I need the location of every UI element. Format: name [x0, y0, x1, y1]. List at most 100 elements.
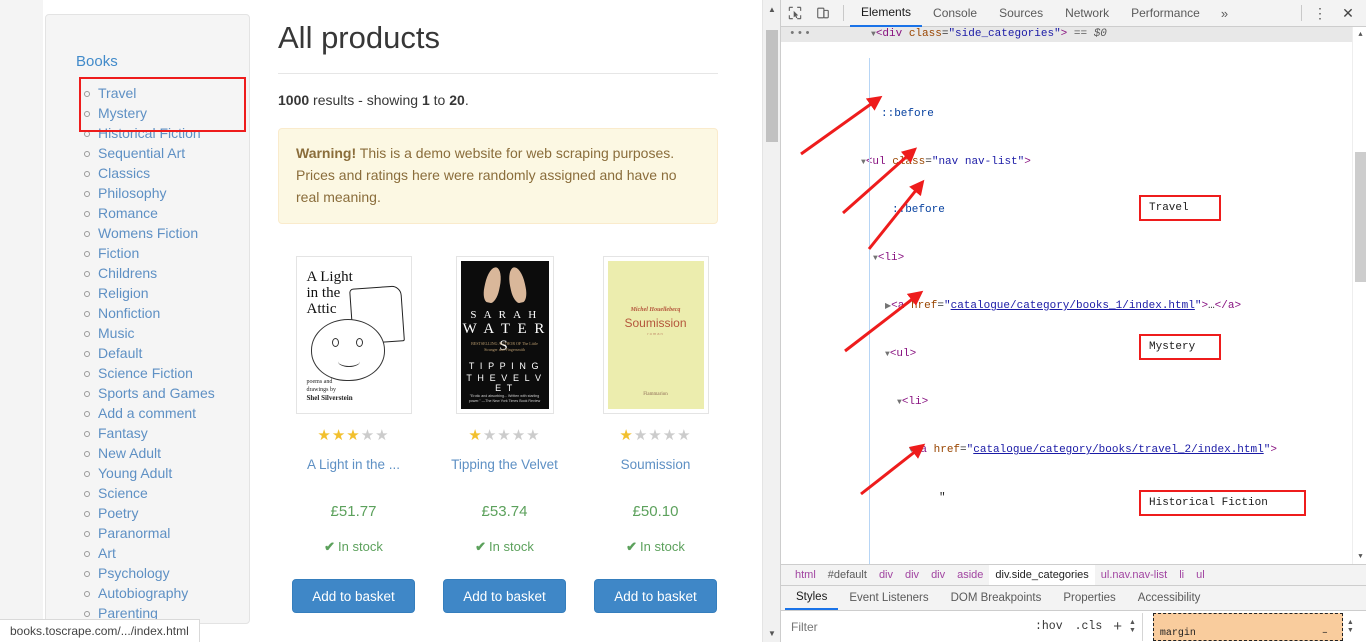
sidebar-item-young-adult[interactable]: Young Adult — [98, 465, 172, 481]
product-thumbnail[interactable]: A Light in the Attic poems and drawings by — [295, 256, 412, 414]
list-item[interactable]: Historical Fiction — [84, 123, 249, 143]
product-thumbnail[interactable]: S A R A H W A T E R S BESTSELLING AUTHOR… — [455, 256, 554, 414]
breadcrumb-item-div-1[interactable]: div — [873, 565, 899, 586]
sidebar-item-fiction[interactable]: Fiction — [98, 245, 139, 261]
sidebar-item-philosophy[interactable]: Philosophy — [98, 185, 167, 201]
tab-dom-breakpoints[interactable]: DOM Breakpoints — [940, 586, 1053, 610]
sidebar-item-classics[interactable]: Classics — [98, 165, 150, 181]
tab-console[interactable]: Console — [922, 0, 988, 27]
box-model-margin[interactable]: margin – — [1152, 612, 1343, 641]
sidebar-item-mystery[interactable]: Mystery — [98, 105, 147, 121]
product-title-link[interactable]: Soumission — [580, 457, 731, 473]
close-icon[interactable]: ✕ — [1334, 0, 1362, 26]
list-item[interactable]: Science Fiction — [84, 363, 249, 383]
sidebar-item-art[interactable]: Art — [98, 545, 116, 561]
tab-sources[interactable]: Sources — [988, 0, 1054, 27]
sidebar-item-new-adult[interactable]: New Adult — [98, 445, 161, 461]
list-item[interactable]: Mystery — [84, 103, 249, 123]
breadcrumb-item-ul[interactable]: ul — [1190, 565, 1211, 586]
sidebar-item-music[interactable]: Music — [98, 325, 135, 341]
sidebar-item-fantasy[interactable]: Fantasy — [98, 425, 148, 441]
tab-accessibility[interactable]: Accessibility — [1127, 586, 1212, 610]
element-classes-cls-button[interactable]: .cls — [1069, 620, 1109, 633]
spinner-down-icon[interactable]: ▼ — [1347, 627, 1354, 635]
sidebar-item-womens-fiction[interactable]: Womens Fiction — [98, 225, 198, 241]
dom-tree[interactable]: ••• ▼<div class="side_categories"> == $0… — [781, 27, 1366, 564]
list-item[interactable]: Sequential Art — [84, 143, 249, 163]
scroll-up-arrow-icon[interactable]: ▲ — [763, 0, 780, 18]
spinner-up-icon[interactable]: ▲ — [1129, 619, 1136, 627]
list-item[interactable]: Classics — [84, 163, 249, 183]
list-item[interactable]: Romance — [84, 203, 249, 223]
breadcrumb-item-div-side-categories[interactable]: div.side_categories — [989, 564, 1095, 586]
tab-network[interactable]: Network — [1054, 0, 1120, 27]
sidebar-item-add-a-comment[interactable]: Add a comment — [98, 405, 196, 421]
sidebar-item-sequential-art[interactable]: Sequential Art — [98, 145, 185, 161]
sidebar-item-science-fiction[interactable]: Science Fiction — [98, 365, 193, 381]
spinner-up-icon[interactable]: ▲ — [1347, 619, 1354, 627]
list-item[interactable]: Add a comment — [84, 403, 249, 423]
product-thumbnail-wrap[interactable]: Michel Houellebecq Soumission roman Flam… — [580, 254, 731, 414]
scrollbar-thumb[interactable] — [1355, 152, 1366, 282]
product-title-link[interactable]: A Light in the ... — [278, 457, 429, 473]
tab-performance[interactable]: Performance — [1120, 0, 1211, 27]
tab-properties[interactable]: Properties — [1052, 586, 1126, 610]
sidebar-item-science[interactable]: Science — [98, 485, 148, 501]
list-item[interactable]: New Adult — [84, 443, 249, 463]
scroll-up-arrow-icon[interactable]: ▲ — [1353, 27, 1366, 42]
product-thumbnail-wrap[interactable]: A Light in the Attic poems and drawings by — [278, 254, 429, 414]
tab-event-listeners[interactable]: Event Listeners — [838, 586, 939, 610]
tab-elements[interactable]: Elements — [850, 0, 923, 27]
list-item[interactable]: Womens Fiction — [84, 223, 249, 243]
force-state-hov-button[interactable]: :hov — [1029, 620, 1069, 633]
list-item[interactable]: Art — [84, 543, 249, 563]
dom-selected-node[interactable]: ••• ▼<div class="side_categories"> == $0 — [781, 27, 1366, 42]
styles-pane-spinner[interactable]: ▲ ▼ — [1129, 619, 1136, 635]
sidebar-item-romance[interactable]: Romance — [98, 205, 158, 221]
sidebar-item-religion[interactable]: Religion — [98, 285, 149, 301]
sidebar-item-historical-fiction[interactable]: Historical Fiction — [98, 125, 201, 141]
scroll-down-arrow-icon[interactable]: ▼ — [763, 624, 780, 642]
sidebar-item-sports-and-games[interactable]: Sports and Games — [98, 385, 215, 401]
styles-filter-input[interactable] — [781, 615, 1029, 638]
list-item[interactable]: Philosophy — [84, 183, 249, 203]
box-model-diagram[interactable]: margin – — [1152, 612, 1343, 641]
dom-tree-scrollbar[interactable]: ▲ ▼ — [1352, 27, 1366, 564]
list-item[interactable]: Fantasy — [84, 423, 249, 443]
page-scrollbar[interactable]: ▲ ▼ — [762, 0, 780, 642]
list-item[interactable]: Science — [84, 483, 249, 503]
breadcrumb-item-html[interactable]: html — [789, 565, 822, 586]
sidebar-item-autobiography[interactable]: Autobiography — [98, 585, 188, 601]
device-toolbar-icon[interactable] — [809, 0, 837, 26]
sidebar-item-default[interactable]: Default — [98, 345, 142, 361]
product-title-link[interactable]: Tipping the Velvet — [429, 457, 580, 473]
list-item[interactable]: Psychology — [84, 563, 249, 583]
scrollbar-thumb[interactable] — [766, 30, 778, 142]
list-item[interactable]: Religion — [84, 283, 249, 303]
list-item[interactable]: Poetry — [84, 503, 249, 523]
list-item[interactable]: Default — [84, 343, 249, 363]
list-item[interactable]: Childrens — [84, 263, 249, 283]
sidebar-item-childrens[interactable]: Childrens — [98, 265, 157, 281]
product-thumbnail[interactable]: Michel Houellebecq Soumission roman Flam… — [602, 256, 709, 414]
scroll-down-arrow-icon[interactable]: ▼ — [1353, 549, 1366, 564]
list-item[interactable]: Travel — [84, 83, 249, 103]
more-tabs-icon[interactable]: » — [1211, 0, 1238, 27]
product-thumbnail-wrap[interactable]: S A R A H W A T E R S BESTSELLING AUTHOR… — [429, 254, 580, 414]
list-item[interactable]: Sports and Games — [84, 383, 249, 403]
sidebar-item-travel[interactable]: Travel — [98, 85, 136, 101]
list-item[interactable]: Young Adult — [84, 463, 249, 483]
box-model-spinner[interactable]: ▲ ▼ — [1347, 619, 1354, 635]
vertical-dots-icon[interactable]: ⋮ — [1306, 0, 1334, 26]
sidebar-item-paranormal[interactable]: Paranormal — [98, 525, 170, 541]
inspect-element-icon[interactable] — [781, 0, 809, 26]
add-to-basket-button[interactable]: Add to basket — [594, 579, 717, 613]
tab-styles[interactable]: Styles — [785, 586, 839, 610]
breadcrumb-item-aside[interactable]: aside — [951, 565, 989, 586]
breadcrumb-item-default[interactable]: #default — [822, 565, 873, 586]
node-overflow-dots[interactable]: ••• — [789, 27, 811, 42]
breadcrumb-item-div-2[interactable]: div — [899, 565, 925, 586]
spinner-down-icon[interactable]: ▼ — [1129, 627, 1136, 635]
sidebar-item-psychology[interactable]: Psychology — [98, 565, 170, 581]
add-to-basket-button[interactable]: Add to basket — [292, 579, 415, 613]
